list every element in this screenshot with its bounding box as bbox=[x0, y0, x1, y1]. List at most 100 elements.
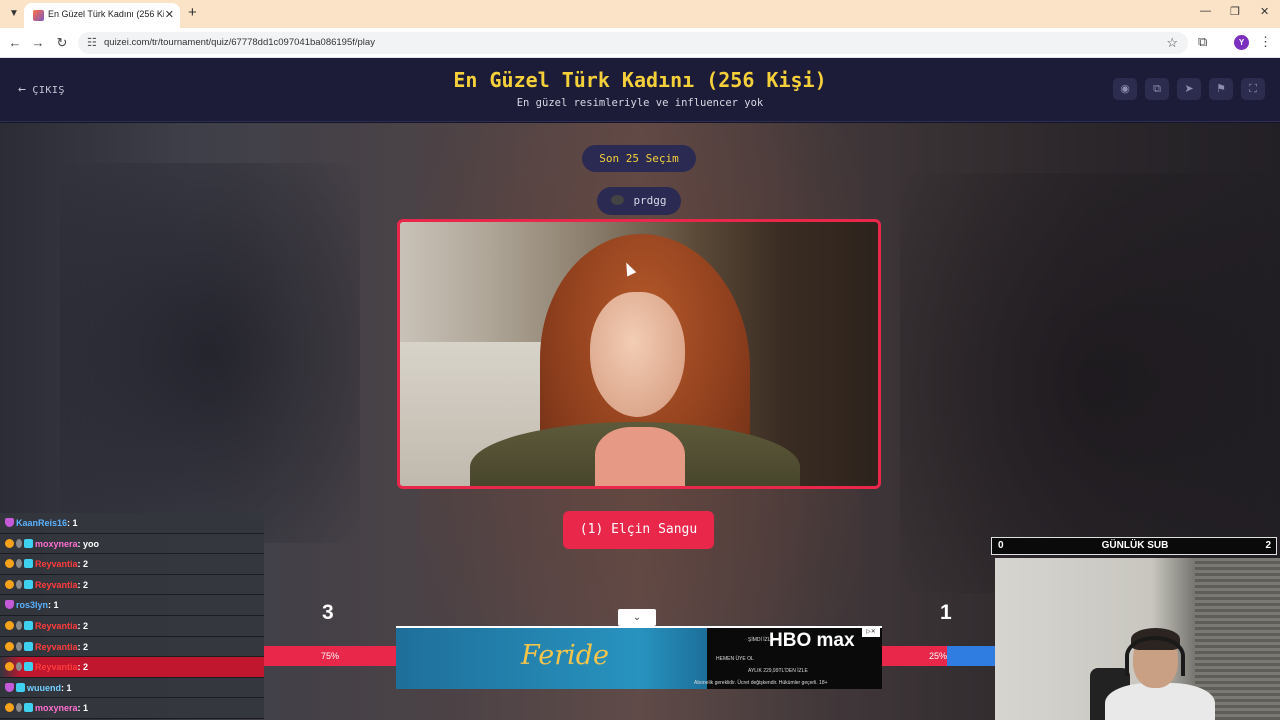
eye-icon[interactable]: ◉ bbox=[1113, 78, 1137, 100]
chat-badge-icon bbox=[16, 579, 22, 589]
url-field[interactable]: ☷ quizei.com/tr/tournament/quiz/67778dd1… bbox=[78, 32, 1188, 54]
chat-badge-icon bbox=[5, 682, 14, 692]
window-close-icon[interactable]: ✕ bbox=[1260, 5, 1269, 18]
minimize-icon[interactable]: — bbox=[1200, 5, 1211, 17]
photo-sweater bbox=[595, 427, 685, 486]
ad-line3: AYLIK 229,99TL'DEN İZLE bbox=[748, 668, 808, 674]
chat-badge-icon bbox=[5, 559, 14, 569]
chat-username[interactable]: Reyvantia bbox=[35, 621, 78, 631]
ad-footer: Abonelik gereklidir. Ücret değişkendir. … bbox=[694, 680, 828, 686]
chat-message: ros3lyn: 1 bbox=[0, 595, 264, 616]
flag-icon[interactable]: ⚑ bbox=[1209, 78, 1233, 100]
chat-badge-icon bbox=[16, 703, 22, 713]
extensions-icon[interactable]: ⧉ bbox=[1198, 34, 1207, 50]
chat-badge-icon bbox=[5, 538, 14, 548]
ad-show-title: Feride bbox=[521, 640, 610, 671]
chat-text: 1 bbox=[66, 682, 72, 693]
webcam-body bbox=[1105, 683, 1215, 720]
user-avatar bbox=[611, 195, 625, 205]
ad-info-icon[interactable]: ▷✕ bbox=[862, 628, 880, 637]
chat-message: Reyvantia: 2 bbox=[0, 636, 264, 658]
chat-username[interactable]: Reyvantia bbox=[35, 559, 78, 569]
profile-avatar[interactable]: Y bbox=[1234, 35, 1249, 50]
chat-text: yoo bbox=[83, 538, 100, 549]
fullscreen-icon[interactable]: ⛶ bbox=[1241, 78, 1265, 100]
recent-choices-button[interactable]: Son 25 Seçim bbox=[582, 145, 696, 172]
browser-tab-bar: ▼ En Güzel Türk Kadını (256 Kişi) · ✕ + … bbox=[0, 0, 1280, 28]
chat-username[interactable]: moxynera bbox=[35, 539, 78, 549]
username: prdgg bbox=[633, 194, 667, 207]
webcam-feed bbox=[995, 558, 1280, 720]
chat-badge-icon bbox=[24, 703, 33, 713]
browser-tab[interactable]: En Güzel Türk Kadını (256 Kişi) · ✕ bbox=[24, 3, 180, 28]
bookmark-star-icon[interactable]: ☆ bbox=[1166, 35, 1178, 51]
photo-face bbox=[590, 292, 685, 417]
chat-text: 1 bbox=[83, 703, 89, 714]
restore-icon[interactable]: ❐ bbox=[1230, 5, 1240, 18]
user-badge[interactable]: prdgg bbox=[597, 187, 681, 215]
browser-menu-icon[interactable]: ⋮ bbox=[1259, 34, 1272, 50]
browser-address-bar: ← → ↻ ☷ quizei.com/tr/tournament/quiz/67… bbox=[0, 28, 1280, 58]
score-right: 1 bbox=[940, 601, 952, 624]
tab-search-icon[interactable]: ▼ bbox=[6, 6, 22, 22]
chat-badge-icon bbox=[5, 620, 14, 630]
reload-icon[interactable]: ↻ bbox=[54, 35, 70, 51]
copy-icon[interactable]: ⧉ bbox=[1145, 78, 1169, 100]
url-text: quizei.com/tr/tournament/quiz/67778dd1c0… bbox=[104, 37, 375, 48]
chat-message: Reyvantia: 2 bbox=[0, 574, 264, 596]
daily-sub-widget: 0 GÜNLÜK SUB 2 bbox=[991, 537, 1277, 555]
chat-badge-icon bbox=[16, 662, 22, 672]
chat-username[interactable]: KaanReis16 bbox=[16, 518, 67, 528]
chat-username[interactable]: ros3lyn bbox=[16, 600, 48, 610]
stream-chat: KaanReis16: 1 moxynera: yoo Reyvantia: 2 Re… bbox=[0, 513, 264, 720]
chat-message: moxynera: yoo bbox=[0, 533, 264, 555]
chat-message: KaanReis16: 1 bbox=[0, 513, 264, 534]
chat-badge-icon bbox=[24, 559, 33, 569]
contestant-image[interactable] bbox=[397, 219, 881, 489]
tab-title: En Güzel Türk Kadını (256 Kişi) · bbox=[48, 9, 164, 19]
chat-badge-icon bbox=[24, 579, 33, 589]
forward-icon[interactable]: → bbox=[30, 35, 46, 50]
chat-badge-icon bbox=[16, 538, 22, 548]
site-info-icon[interactable]: ☷ bbox=[87, 36, 97, 49]
back-icon[interactable]: ← bbox=[7, 35, 23, 50]
site-header: ← ÇIKIŞ En Güzel Türk Kadını (256 Kişi) E… bbox=[0, 58, 1280, 122]
chat-text: 2 bbox=[83, 620, 89, 631]
chat-username[interactable]: Reyvantia bbox=[35, 580, 78, 590]
chat-badge-icon bbox=[24, 620, 33, 630]
chat-username[interactable]: Reyvantia bbox=[35, 662, 78, 672]
vote-bar-right: 25% bbox=[881, 646, 995, 666]
chat-badge-icon bbox=[24, 662, 33, 672]
chat-username[interactable]: wuuend bbox=[27, 683, 61, 693]
headset-icon bbox=[1125, 636, 1185, 676]
ad-collapse-button[interactable]: ⌄ bbox=[618, 609, 656, 626]
vote-bar-left: 75% bbox=[264, 646, 396, 666]
score-left: 3 bbox=[322, 601, 334, 624]
choose-contestant-button[interactable]: (1) Elçin Sangu bbox=[563, 511, 714, 549]
chat-text: 1 bbox=[72, 518, 78, 528]
new-tab-icon[interactable]: + bbox=[188, 4, 197, 21]
tab-close-icon[interactable]: ✕ bbox=[165, 8, 174, 21]
chat-badge-icon bbox=[16, 559, 22, 569]
send-icon[interactable]: ➤ bbox=[1177, 78, 1201, 100]
chat-badge-icon bbox=[5, 703, 14, 713]
chat-message: Reyvantia: 2 bbox=[0, 615, 264, 637]
chat-text: 2 bbox=[83, 662, 89, 673]
chat-badge-icon bbox=[16, 641, 22, 651]
chat-badge-icon bbox=[5, 641, 14, 651]
tab-favicon-icon bbox=[33, 10, 44, 21]
chat-text: 2 bbox=[83, 579, 89, 590]
chat-badge-icon bbox=[5, 579, 14, 589]
chat-text: 1 bbox=[53, 600, 59, 611]
chat-username[interactable]: Reyvantia bbox=[35, 642, 78, 652]
advertisement-banner[interactable]: Feride ŞİMDİ İZLE HBO max HEMEN ÜYE OL A… bbox=[396, 626, 882, 689]
chat-message: Reyvantia: 2 bbox=[0, 657, 264, 678]
chat-message: wuuend: 1 bbox=[0, 677, 264, 699]
chat-badge-icon bbox=[24, 641, 33, 651]
sub-label: GÜNLÜK SUB bbox=[1101, 540, 1169, 551]
chat-text: 2 bbox=[83, 559, 89, 570]
chat-message: Reyvantia: 2 bbox=[0, 554, 264, 575]
chat-username[interactable]: moxynera bbox=[35, 703, 78, 713]
chat-badge-icon bbox=[5, 518, 14, 527]
chat-text: 2 bbox=[83, 641, 89, 652]
